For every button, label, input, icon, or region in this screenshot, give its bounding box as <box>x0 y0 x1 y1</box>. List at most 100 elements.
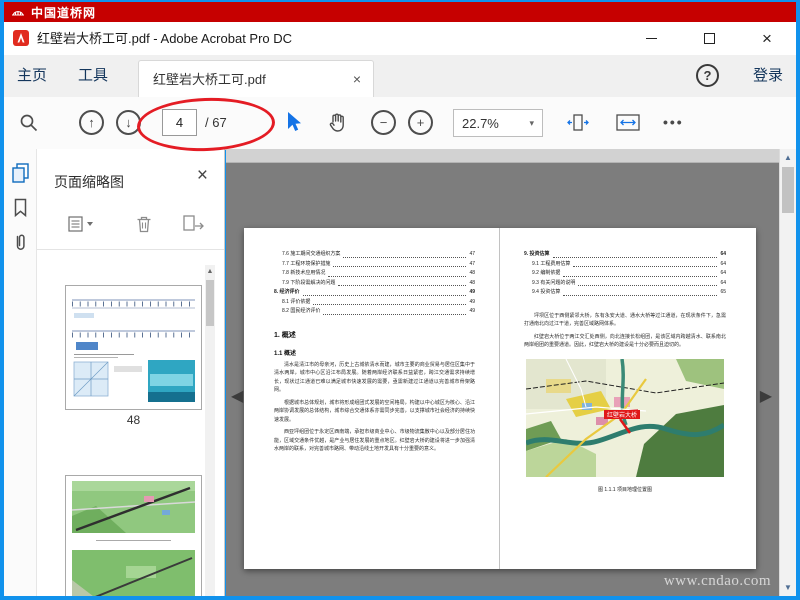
map-bridge-label: 红壁岩大桥 <box>607 411 637 419</box>
panel-scrollbar[interactable]: ▲ <box>205 265 215 596</box>
scroll-down-icon[interactable]: ▼ <box>780 579 796 596</box>
page-total-label: / 67 <box>205 115 227 130</box>
trash-icon[interactable] <box>133 211 165 237</box>
hand-tool-icon[interactable] <box>325 110 351 136</box>
select-tool-icon[interactable] <box>281 109 305 136</box>
minimize-button[interactable] <box>634 22 668 55</box>
page-spread: 7.6 施工期间交通组织方案 47 7.7 工程环境保护措施 47 7.8 新技术应… <box>244 228 756 569</box>
thumbnail-page-48[interactable] <box>65 285 202 410</box>
toolbar: ↑ ↓ 4 / 67 − + 22.7% ▾ ••• <box>4 95 796 154</box>
toc-page: 65 <box>720 289 726 295</box>
window-titlebar: 红壁岩大桥工可.pdf - Adobe Acrobat Pro DC × <box>4 22 796 56</box>
chevron-down-icon: ▾ <box>529 117 534 128</box>
toc-entry: 9.1 工程费用估算 <box>532 260 571 267</box>
help-button[interactable]: ? <box>696 64 719 87</box>
zoom-level-value: 22.7% <box>462 115 499 131</box>
toc-entry: 9.2 编制依据 <box>532 270 561 276</box>
document-tab[interactable]: 红壁岩大桥工可.pdf × <box>138 60 374 98</box>
thumbnail-options-icon[interactable] <box>67 211 99 237</box>
document-viewer: 7.6 施工期间交通组织方案 47 7.7 工程环境保护措施 47 7.8 新技术应… <box>226 149 779 596</box>
toc-entry: 9.3 有关问题的说明 <box>532 279 576 286</box>
body-paragraph: 坪坝区位于西侧紧邻大桥，东有永安大道、通水大桥等过江通道，在现状条件下，急需打通… <box>524 312 726 328</box>
viewer-scrollbar-thumb[interactable] <box>782 167 794 213</box>
toc-entry: 7.7 工程环境保护措施 <box>282 260 331 267</box>
bridge-logo-icon <box>12 11 24 16</box>
next-view-arrow[interactable]: ▶ <box>760 386 772 406</box>
maximize-glyph <box>703 33 715 44</box>
page-number-input[interactable]: 4 <box>162 109 197 136</box>
tab-home[interactable]: 主页 <box>17 55 47 97</box>
maximize-button[interactable] <box>692 22 726 55</box>
close-window-button[interactable]: × <box>750 22 784 55</box>
toc-page: 48 <box>469 279 475 286</box>
toc-page: 64 <box>720 260 726 267</box>
acrobat-app-icon <box>13 30 29 46</box>
page-right: 9. 投资估算 64 9.1 工程费用估算 64 9.2 编制依据 64 9.3 有关… <box>500 228 756 569</box>
body-paragraph: 清水是清江市的母亲河，历史上古城依清水而建，城市主要的商业贸易与居住区集中于清水… <box>274 361 475 394</box>
search-icon[interactable] <box>17 111 41 135</box>
toc-page: 49 <box>469 298 475 305</box>
attachments-icon[interactable] <box>9 231 32 254</box>
toc-entry: 7.6 施工期间交通组织方案 <box>282 251 341 257</box>
page-left: 7.6 施工期间交通组织方案 47 7.7 工程环境保护措施 47 7.8 新技术应… <box>244 228 500 569</box>
watermark-text: www.cndao.com <box>663 573 771 589</box>
bookmarks-icon[interactable] <box>9 196 32 219</box>
zoom-in-button[interactable]: + <box>408 110 433 135</box>
toc-entry: 8.2 国民经济评价 <box>282 308 321 314</box>
thumbnail-page-number: 48 <box>126 413 141 427</box>
body-paragraph: 红壁岩大桥位于两江交汇处西侧，向北连接长松组团，是该区域内跨越清水、联系南北两岸… <box>524 333 726 349</box>
fit-width-icon[interactable] <box>613 111 643 135</box>
tab-bar: 主页 工具 红壁岩大桥工可.pdf × ? 登录 <box>4 55 796 98</box>
panel-close-icon[interactable]: × <box>197 165 208 187</box>
body-paragraph: 西亚坪组团位于永定区西南端，承担市级商业中心、市级物流集散中心以及部分居住功能，… <box>274 429 475 452</box>
tab-tools[interactable]: 工具 <box>78 55 108 97</box>
thumbnail-page-49[interactable] <box>65 475 202 596</box>
location-map-image: 红壁岩大桥 <box>525 358 726 478</box>
previous-page-button[interactable]: ↑ <box>79 110 104 135</box>
body-paragraph: 根据城市总体规划，城市将形成组团式发展的空间格局，构建以中心城区为核心、沿江两岸… <box>274 399 475 423</box>
toc-entry: 7.8 新技术应用情况 <box>282 270 326 276</box>
scroll-up-icon[interactable]: ▲ <box>780 149 796 166</box>
page-thumbnails-icon[interactable] <box>9 161 32 184</box>
minimize-glyph <box>645 38 657 39</box>
panel-title: 页面缩略图 <box>54 174 124 190</box>
document-tab-close-icon[interactable]: × <box>353 61 361 98</box>
bridge-elevation-drawing <box>72 299 195 402</box>
viewer-scrollbar[interactable]: ▲ ▼ <box>779 149 796 596</box>
site-banner: 中国道桥网 <box>4 2 796 22</box>
toc-page: 64 <box>720 270 726 276</box>
next-page-button[interactable]: ↓ <box>116 110 141 135</box>
thumbnails-panel: 页面缩略图 × 48 ▲ <box>37 149 225 596</box>
toc-entry: 9. 投资估算 <box>524 251 550 257</box>
left-nav-strip <box>4 149 37 596</box>
site-name: 中国道桥网 <box>31 5 97 20</box>
toc-page: 49 <box>469 289 475 295</box>
figure-caption: 图 1.1.1 项目地理位置图 <box>598 486 652 493</box>
panel-scrollbar-thumb[interactable] <box>206 280 214 326</box>
toc-entry: 8. 经济评价 <box>274 289 300 295</box>
aerial-map-images <box>71 481 196 596</box>
section-heading: 1. 概述 <box>274 331 296 339</box>
panel-scroll-up-icon[interactable]: ▲ <box>205 265 215 278</box>
toc-entry: 9.4 投资估算 <box>532 289 561 295</box>
location-map-figure: 红壁岩大桥 图 1.1.1 项目地理位置图 <box>524 358 726 493</box>
panel-separator <box>37 249 224 250</box>
zoom-out-button[interactable]: − <box>371 110 396 135</box>
more-tools-button[interactable]: ••• <box>663 97 684 147</box>
toc-entry: 8.1 评价依据 <box>282 298 311 305</box>
document-tab-label: 红壁岩大桥工可.pdf <box>153 72 266 87</box>
toc-page: 47 <box>469 260 475 267</box>
toc-page: 47 <box>469 251 475 257</box>
previous-view-arrow[interactable]: ◀ <box>231 386 243 406</box>
toc-page: 64 <box>720 251 726 257</box>
subsection-heading: 1.1 概述 <box>274 350 297 357</box>
toc-page: 64 <box>720 279 726 286</box>
extract-pages-icon[interactable] <box>181 211 213 237</box>
toc-entry: 7.9 下阶段需解决的问题 <box>282 279 336 286</box>
application-window: 中国道桥网 红壁岩大桥工可.pdf - Adobe Acrobat Pro DC… <box>0 0 800 600</box>
zoom-level-dropdown[interactable]: 22.7% ▾ <box>453 109 543 137</box>
window-title: 红壁岩大桥工可.pdf - Adobe Acrobat Pro DC <box>37 31 293 46</box>
sign-in-button[interactable]: 登录 <box>753 55 783 97</box>
toc-page: 49 <box>469 308 475 314</box>
page-fit-icon[interactable] <box>565 111 591 135</box>
